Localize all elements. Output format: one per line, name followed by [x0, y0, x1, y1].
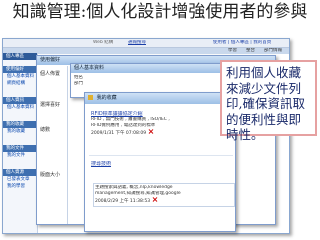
- fav-item-rfid-date-text: 2009/1/31 下午 07:08:09: [91, 131, 147, 136]
- user-line[interactable]: 使用者 | 個人專區 | 我的首頁: [213, 40, 271, 46]
- favorites-icon: [88, 95, 93, 100]
- favorites-header: 我的收藏: [85, 93, 235, 104]
- sidebar-head-pref[interactable]: 使用偏好: [3, 66, 37, 73]
- sidebar-item-docs[interactable]: 我的文件: [3, 152, 37, 159]
- sidebar-title: 個人專區: [3, 53, 37, 60]
- favorites-title: 我的收藏: [96, 95, 117, 101]
- fav-item-search-title[interactable]: 搜尋技術: [91, 161, 231, 167]
- sidebar-item-web[interactable]: 網頁結構: [3, 80, 37, 87]
- pref-label-layout: 個人佈置: [40, 71, 61, 77]
- fav-item-rfid-date: 2009/1/31 下午 07:08:09 ×: [91, 129, 231, 137]
- callout-text: 利用個人收藏來減少文件列印,確保資訊取的便利性與即時性。: [226, 65, 305, 142]
- pref-label-total: 總數: [40, 127, 51, 133]
- delete-icon[interactable]: ×: [148, 129, 155, 136]
- fav-item-search-date-text: 2008/2/29 上午 11:38:53: [95, 199, 151, 204]
- fav-item-search-date: 2008/2/29 上午 11:38:53 ×: [95, 197, 233, 205]
- menu-item-search[interactable]: 通報搜尋: [128, 40, 146, 46]
- sidebar-head-docs[interactable]: 我的文件: [3, 145, 37, 152]
- pref-label-size: 版面大小: [40, 172, 61, 178]
- tab-dept[interactable]: 部門情報: [264, 48, 282, 54]
- sidebar: 個人專區 使用偏好 個人基本資料 網頁結構 個人資訊 個人基本資料 我的收藏 我…: [3, 53, 38, 233]
- sidebar-item-articles[interactable]: 已發表文章: [3, 176, 37, 183]
- tab-integrate[interactable]: 整合: [246, 48, 255, 54]
- favorites-window: 我的收藏 RFID標準議議協定介紹 RFID , 無門技術 , 蕭書購買 , I…: [84, 92, 236, 232]
- delete-icon[interactable]: ×: [152, 197, 159, 204]
- sidebar-item-fav[interactable]: 我的收藏: [3, 128, 37, 135]
- sidebar-item-learning[interactable]: 我的學習: [3, 183, 37, 190]
- pref-label-choice: 選擇喜好: [40, 102, 61, 108]
- fav-item-search-detail: 主題搜索與語義, 概念,nlp,knowledge management,知識搜…: [93, 183, 235, 207]
- sidebar-item-profile[interactable]: 個人基本資料: [3, 73, 37, 80]
- sidebar-head-fav[interactable]: 我的收藏: [3, 121, 37, 128]
- pref-divider: [67, 66, 68, 224]
- menu-item-web[interactable]: Web 結構: [93, 40, 113, 46]
- slide-title: 知識管理:個人化設計增強使用者的參與: [12, 2, 308, 22]
- fav-item-search[interactable]: 搜尋技術: [91, 161, 231, 167]
- profile-field-dept: 部門: [74, 81, 83, 86]
- profile-header: 個人基本資料: [71, 64, 224, 73]
- sidebar-head-resources[interactable]: 個人資源: [3, 169, 37, 176]
- sidebar-head-info[interactable]: 個人資訊: [3, 97, 37, 104]
- sidebar-item-basic[interactable]: 個人基本資料: [3, 104, 37, 111]
- fav-separator: [89, 155, 233, 156]
- callout-note: 利用個人收藏來減少文件列印,確保資訊取的便利性與即時性。: [220, 60, 317, 142]
- fav-item-rfid[interactable]: RFID標準議議協定介紹 RFID , 無門技術 , 蕭書購買 , ISO/IE…: [91, 111, 231, 137]
- tab-learning[interactable]: 學習: [228, 48, 237, 54]
